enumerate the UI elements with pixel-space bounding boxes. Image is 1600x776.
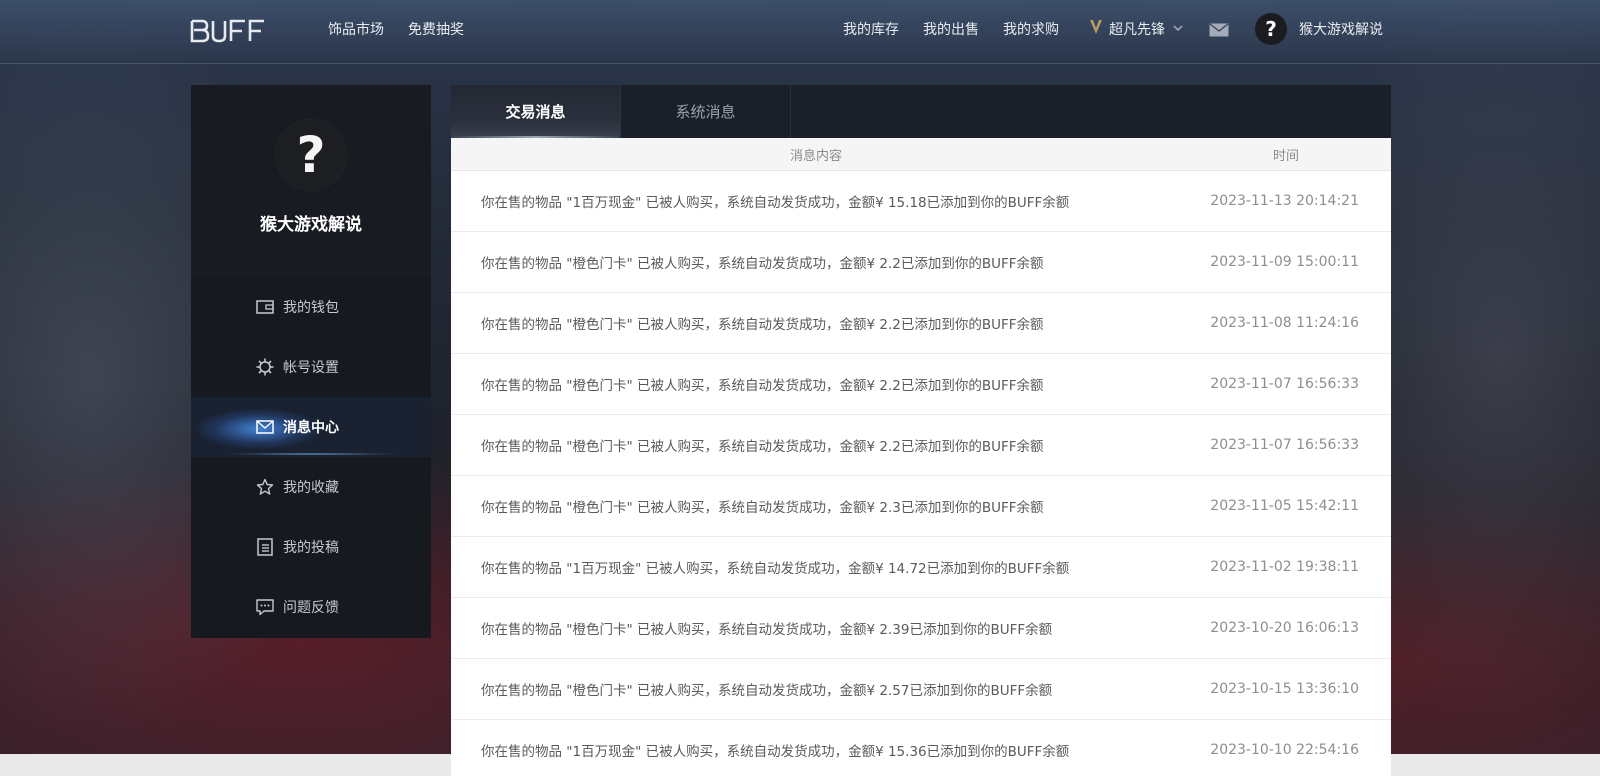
table-header: 消息内容 时间 bbox=[451, 138, 1391, 171]
column-header-time: 时间 bbox=[1272, 148, 1299, 164]
message-panel: 交易消息 系统消息 消息内容 时间 你在售的物品 "1百万现金" 已被人购买，系… bbox=[451, 85, 1391, 776]
profile-username: 猴大游戏解说 bbox=[260, 215, 362, 235]
level-badge-icon bbox=[1089, 19, 1103, 39]
sidebar-item-wallet[interactable]: 我的钱包 bbox=[191, 277, 431, 337]
nav-left: 饰品市场 免费抽奖 bbox=[328, 0, 464, 58]
buff-logo-icon bbox=[190, 19, 264, 43]
table-row: 你在售的物品 "橙色门卡" 已被人购买，系统自动发货成功，金额¥ 2.2已添加到… bbox=[451, 415, 1391, 476]
message-time: 2023-11-07 16:56:33 bbox=[1210, 437, 1359, 453]
message-time: 2023-11-09 15:00:11 bbox=[1210, 254, 1359, 270]
wallet-icon bbox=[255, 297, 275, 317]
mail-icon[interactable] bbox=[1209, 22, 1229, 37]
profile-avatar[interactable]: ? bbox=[276, 120, 346, 190]
message-time: 2023-10-10 22:54:16 bbox=[1210, 742, 1359, 758]
sidebar-item-account-settings[interactable]: 帐号设置 bbox=[191, 337, 431, 397]
sidebar-item-submissions[interactable]: 我的投稿 bbox=[191, 517, 431, 577]
table-body: 你在售的物品 "1百万现金" 已被人购买，系统自动发货成功，金额¥ 15.18已… bbox=[451, 171, 1391, 776]
header-username[interactable]: 猴大游戏解说 bbox=[1299, 19, 1383, 39]
message-content: 你在售的物品 "1百万现金" 已被人购买，系统自动发货成功，金额¥ 15.36已… bbox=[481, 744, 1070, 760]
table-row: 你在售的物品 "橙色门卡" 已被人购买，系统自动发货成功，金额¥ 2.2已添加到… bbox=[451, 232, 1391, 293]
table-row: 你在售的物品 "1百万现金" 已被人购买，系统自动发货成功，金额¥ 15.36已… bbox=[451, 720, 1391, 776]
table-row: 你在售的物品 "橙色门卡" 已被人购买，系统自动发货成功，金额¥ 2.2已添加到… bbox=[451, 293, 1391, 354]
level-label: 超凡先锋 bbox=[1109, 22, 1165, 38]
message-content: 你在售的物品 "橙色门卡" 已被人购买，系统自动发货成功，金额¥ 2.2已添加到… bbox=[481, 439, 1044, 455]
document-icon bbox=[255, 537, 275, 557]
nav-inventory[interactable]: 我的库存 bbox=[843, 19, 899, 39]
message-time: 2023-10-20 16:06:13 bbox=[1210, 620, 1359, 636]
table-row: 你在售的物品 "橙色门卡" 已被人购买，系统自动发货成功，金额¥ 2.2已添加到… bbox=[451, 354, 1391, 415]
message-time: 2023-11-05 15:42:11 bbox=[1210, 498, 1359, 514]
gear-icon bbox=[255, 357, 275, 377]
message-time: 2023-11-13 20:14:21 bbox=[1210, 193, 1359, 209]
sidebar-item-message-center[interactable]: 消息中心 bbox=[191, 397, 431, 457]
message-content: 你在售的物品 "橙色门卡" 已被人购买，系统自动发货成功，金额¥ 2.2已添加到… bbox=[481, 378, 1044, 394]
mail-icon bbox=[255, 417, 275, 437]
message-content: 你在售的物品 "1百万现金" 已被人购买，系统自动发货成功，金额¥ 15.18已… bbox=[481, 195, 1070, 211]
buff-logo[interactable] bbox=[190, 18, 270, 44]
nav-my-buy-orders[interactable]: 我的求购 bbox=[1003, 19, 1059, 39]
sidebar-item-feedback[interactable]: 问题反馈 bbox=[191, 577, 431, 637]
tab-trade-messages[interactable]: 交易消息 bbox=[451, 85, 621, 138]
message-content: 你在售的物品 "橙色门卡" 已被人购买，系统自动发货成功，金额¥ 2.39已添加… bbox=[481, 622, 1053, 638]
top-header: 饰品市场 免费抽奖 我的库存 我的出售 我的求购 超凡先锋 ? 猴大游戏解说 bbox=[0, 0, 1600, 64]
table-row: 你在售的物品 "橙色门卡" 已被人购买，系统自动发货成功，金额¥ 2.3已添加到… bbox=[451, 476, 1391, 537]
table-row: 你在售的物品 "1百万现金" 已被人购买，系统自动发货成功，金额¥ 15.18已… bbox=[451, 171, 1391, 232]
message-time: 2023-11-02 19:38:11 bbox=[1210, 559, 1359, 575]
sidebar-item-favorites[interactable]: 我的收藏 bbox=[191, 457, 431, 517]
table-row: 你在售的物品 "橙色门卡" 已被人购买，系统自动发货成功，金额¥ 2.57已添加… bbox=[451, 659, 1391, 720]
message-content: 你在售的物品 "1百万现金" 已被人购买，系统自动发货成功，金额¥ 14.72已… bbox=[481, 561, 1070, 577]
profile-card: ? 猴大游戏解说 bbox=[191, 85, 431, 277]
level-dropdown[interactable]: 超凡先锋 bbox=[1089, 19, 1183, 39]
message-tabs: 交易消息 系统消息 bbox=[451, 85, 1391, 138]
message-time: 2023-11-07 16:56:33 bbox=[1210, 376, 1359, 392]
sidebar-item-label: 帐号设置 bbox=[283, 360, 339, 376]
message-time: 2023-11-08 11:24:16 bbox=[1210, 315, 1359, 331]
message-time: 2023-10-15 13:36:10 bbox=[1210, 681, 1359, 697]
table-row: 你在售的物品 "1百万现金" 已被人购买，系统自动发货成功，金额¥ 14.72已… bbox=[451, 537, 1391, 598]
message-content: 你在售的物品 "橙色门卡" 已被人购买，系统自动发货成功，金额¥ 2.3已添加到… bbox=[481, 500, 1044, 516]
nav-lottery[interactable]: 免费抽奖 bbox=[408, 19, 464, 39]
chevron-down-icon bbox=[1173, 24, 1183, 35]
sidebar-item-label: 消息中心 bbox=[283, 420, 339, 436]
sidebar: ? 猴大游戏解说 我的钱包 帐号设置 消息中心 我的收藏 我的投稿 问题反馈 bbox=[191, 85, 431, 638]
sidebar-item-label: 问题反馈 bbox=[283, 600, 339, 616]
message-content: 你在售的物品 "橙色门卡" 已被人购买，系统自动发货成功，金额¥ 2.2已添加到… bbox=[481, 256, 1044, 272]
tab-system-messages[interactable]: 系统消息 bbox=[621, 85, 791, 138]
star-icon bbox=[255, 477, 275, 497]
sidebar-item-label: 我的收藏 bbox=[283, 480, 339, 496]
message-content: 你在售的物品 "橙色门卡" 已被人购买，系统自动发货成功，金额¥ 2.2已添加到… bbox=[481, 317, 1044, 333]
message-content: 你在售的物品 "橙色门卡" 已被人购买，系统自动发货成功，金额¥ 2.57已添加… bbox=[481, 683, 1053, 699]
message-table: 消息内容 时间 你在售的物品 "1百万现金" 已被人购买，系统自动发货成功，金额… bbox=[451, 138, 1391, 776]
nav-market[interactable]: 饰品市场 bbox=[328, 19, 384, 39]
sidebar-item-label: 我的钱包 bbox=[283, 300, 339, 316]
chat-icon bbox=[255, 597, 275, 617]
table-row: 你在售的物品 "橙色门卡" 已被人购买，系统自动发货成功，金额¥ 2.39已添加… bbox=[451, 598, 1391, 659]
sidebar-item-label: 我的投稿 bbox=[283, 540, 339, 556]
nav-right: 我的库存 我的出售 我的求购 超凡先锋 ? 猴大游戏解说 bbox=[819, 0, 1383, 58]
column-header-content: 消息内容 bbox=[789, 148, 842, 164]
user-avatar[interactable]: ? bbox=[1255, 13, 1287, 45]
nav-my-sales[interactable]: 我的出售 bbox=[923, 19, 979, 39]
